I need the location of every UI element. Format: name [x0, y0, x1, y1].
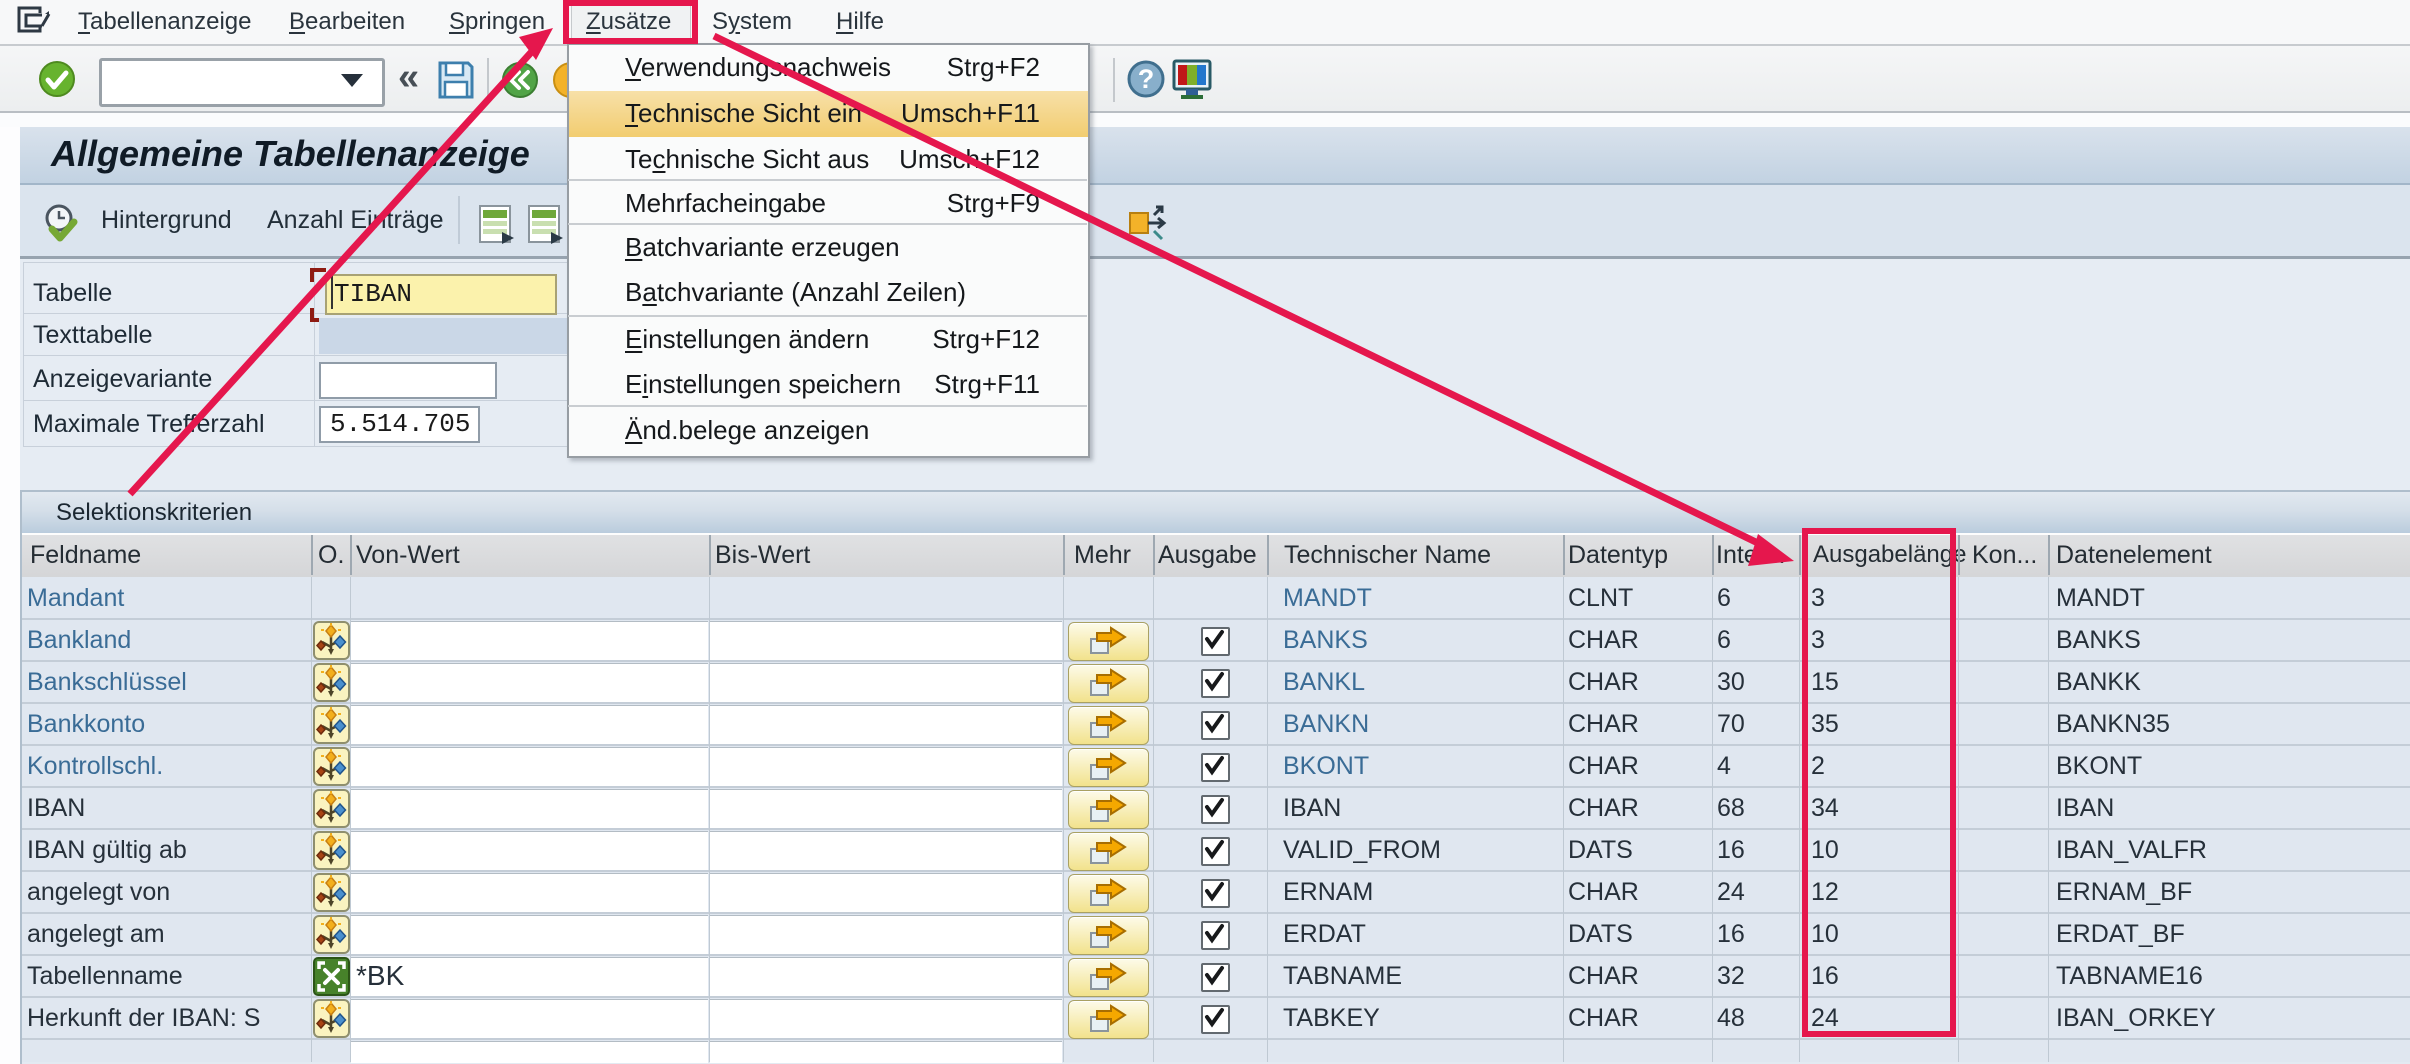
svg-text:?: ? — [1138, 64, 1155, 94]
